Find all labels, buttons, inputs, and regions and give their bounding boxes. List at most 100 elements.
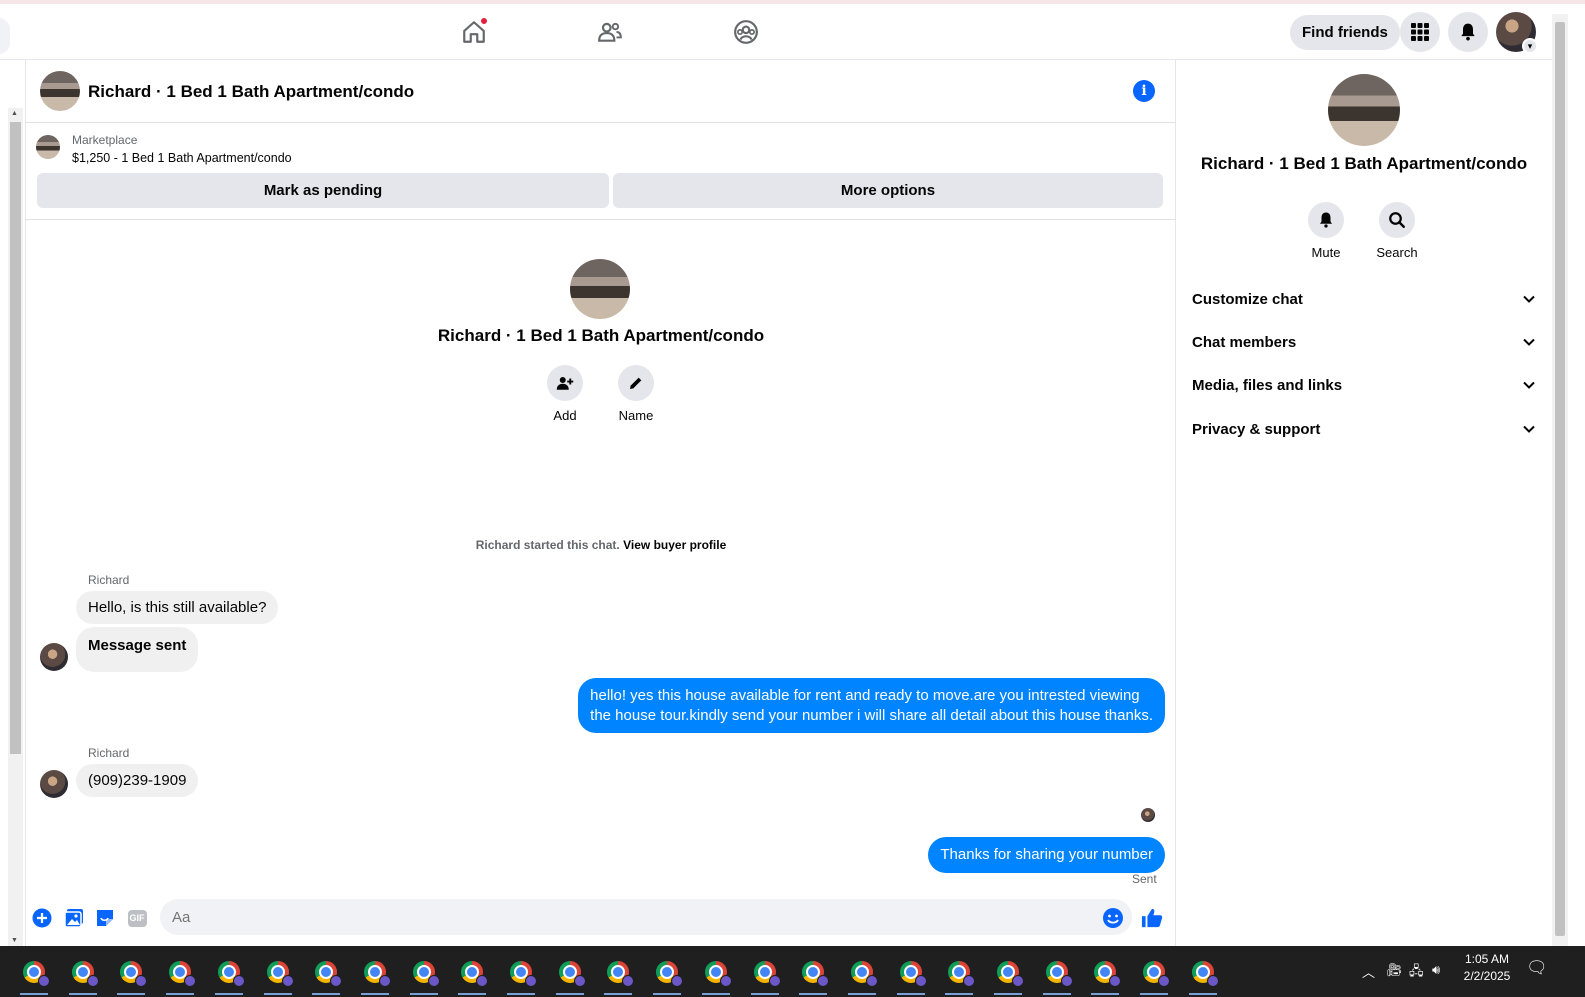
message-bubble-outgoing[interactable]: hello! yes this house available for rent… [578,678,1165,733]
search-pill-edge[interactable] [0,18,10,54]
home-icon[interactable] [458,16,490,48]
taskbar-chrome-window-button[interactable] [990,954,1026,995]
open-window-indicator [896,993,925,995]
meet-now-icon[interactable]: 🎥︎ [1386,962,1403,978]
network-icon[interactable]: 🖧︎ [1409,962,1424,984]
scroll-up-arrow-icon[interactable]: ▲ [11,110,18,117]
taskbar-clock[interactable]: 1:05 AM 2/2/2025 [1454,951,1520,985]
scroll-down-arrow-icon[interactable]: ▼ [11,937,18,944]
taskbar-chrome-window-button[interactable] [893,954,929,995]
chrome-icon [607,961,635,987]
chat-started-text: Richard started this chat. [475,538,620,552]
section-privacy-support[interactable]: Privacy & support [1192,411,1536,447]
gif-icon[interactable]: GIF [126,907,148,929]
profile-badge-icon [671,975,684,987]
scrollbar-thumb[interactable] [10,122,21,754]
mark-as-pending-button[interactable]: Mark as pending [37,173,609,208]
notifications-button[interactable] [1448,12,1488,52]
plus-icon[interactable] [31,907,53,929]
profile-badge-icon [1158,975,1171,987]
groups-icon[interactable] [730,16,762,48]
section-chat-members[interactable]: Chat members [1192,324,1536,360]
taskbar-chrome-window-button[interactable] [941,954,977,995]
chat-scrollbar[interactable]: ▲ ▼ [8,108,23,946]
sender-avatar[interactable] [40,643,68,671]
notification-center-icon[interactable]: 🗨︎ [1526,958,1548,978]
chat-title[interactable]: Richard · 1 Bed 1 Bath Apartment/condo [88,82,414,102]
taskbar-chrome-window-button[interactable] [747,954,783,995]
chrome-icon [315,961,343,987]
section-customize-chat[interactable]: Customize chat [1192,281,1536,317]
taskbar-chrome-window-button[interactable] [308,954,344,995]
open-window-indicator [994,993,1022,995]
taskbar-chrome-window-button[interactable] [795,954,831,995]
sender-avatar[interactable] [40,770,68,798]
chrome-icon [1191,961,1219,987]
taskbar-chrome-window-button[interactable] [406,954,442,995]
profile-badge-icon [525,975,537,987]
photo-icon[interactable] [63,907,85,929]
chat-avatar[interactable] [40,71,80,111]
taskbar-chrome-window-button[interactable] [1087,954,1123,995]
find-friends-button[interactable]: Find friends [1290,15,1400,50]
emoji-icon[interactable] [1102,907,1124,929]
show-hidden-icons-chevron-icon[interactable]: ︿ [1362,962,1375,981]
read-receipt-avatar [1141,808,1155,822]
view-buyer-profile-link[interactable]: View buyer profile [623,538,726,552]
volume-icon[interactable]: 🔊︎ [1432,962,1440,978]
friends-icon[interactable] [594,16,626,48]
chrome-icon [461,961,489,987]
taskbar-chrome-window-button[interactable] [844,954,880,995]
name-chat-action[interactable]: Name [606,365,666,423]
info-icon[interactable]: i [1133,80,1155,102]
grid-icon [1411,23,1429,41]
taskbar-chrome-window-button[interactable] [260,954,296,995]
taskbar-chrome-window-button[interactable] [454,954,490,995]
profile-badge-icon [378,975,391,987]
listing-thumbnail[interactable] [36,135,60,159]
message-bubble-incoming[interactable]: Hello, is this still available? [76,591,279,624]
chrome-icon [899,961,927,987]
open-window-indicator [263,993,292,995]
section-media-files-links[interactable]: Media, files and links [1192,367,1536,403]
taskbar-chrome-window-button[interactable] [113,954,149,995]
message-bubble-incoming[interactable]: (909)239-1909 [76,764,199,797]
profile-badge-icon [817,975,830,987]
message-input[interactable] [160,899,1132,935]
open-window-indicator [20,993,48,995]
scrollbar-thumb[interactable] [1555,22,1565,936]
taskbar-chrome-window-button[interactable] [1185,954,1221,995]
search-action[interactable]: Search [1362,202,1432,260]
listing-title[interactable]: $1,250 - 1 Bed 1 Bath Apartment/condo [72,151,292,165]
message-bubble-outgoing[interactable]: Thanks for sharing your number [928,837,1165,873]
chat-started-notice: Richard started this chat. View buyer pr… [26,538,1176,552]
taskbar-chrome-window-button[interactable] [211,954,247,995]
taskbar-chrome-window-button[interactable] [16,954,52,995]
bell-icon [1308,202,1344,238]
more-options-button[interactable]: More options [613,173,1163,208]
taskbar-chrome-window-button[interactable] [162,954,198,995]
add-people-action[interactable]: Add [535,365,595,423]
taskbar-chrome-window-button[interactable] [503,954,539,995]
taskbar-chrome-window-button[interactable] [65,954,101,995]
profile-badge-icon [427,975,440,987]
taskbar-chrome-window-button[interactable] [698,954,734,995]
taskbar-chrome-window-button[interactable] [357,954,393,995]
chevron-down-icon[interactable]: ▾ [1522,38,1538,54]
add-person-icon [547,365,583,401]
taskbar-chrome-window-button[interactable] [600,954,636,995]
chrome-icon [753,961,781,987]
message-bubble-incoming[interactable]: Message sent [76,627,199,672]
taskbar-chrome-window-button[interactable] [649,954,685,995]
menu-grid-button[interactable] [1400,12,1440,52]
taskbar-chrome-window-button[interactable] [1136,954,1172,995]
taskbar-chrome-window-button[interactable] [1039,954,1075,995]
like-icon[interactable] [1141,907,1163,929]
message-sender: Richard [88,746,130,760]
page-scrollbar[interactable] [1552,14,1568,946]
message-sender: Richard [88,573,130,587]
clock-time: 1:05 AM [1464,952,1510,966]
sticker-icon[interactable] [94,907,116,929]
mute-action[interactable]: Mute [1291,202,1361,260]
taskbar-chrome-window-button[interactable] [552,954,588,995]
